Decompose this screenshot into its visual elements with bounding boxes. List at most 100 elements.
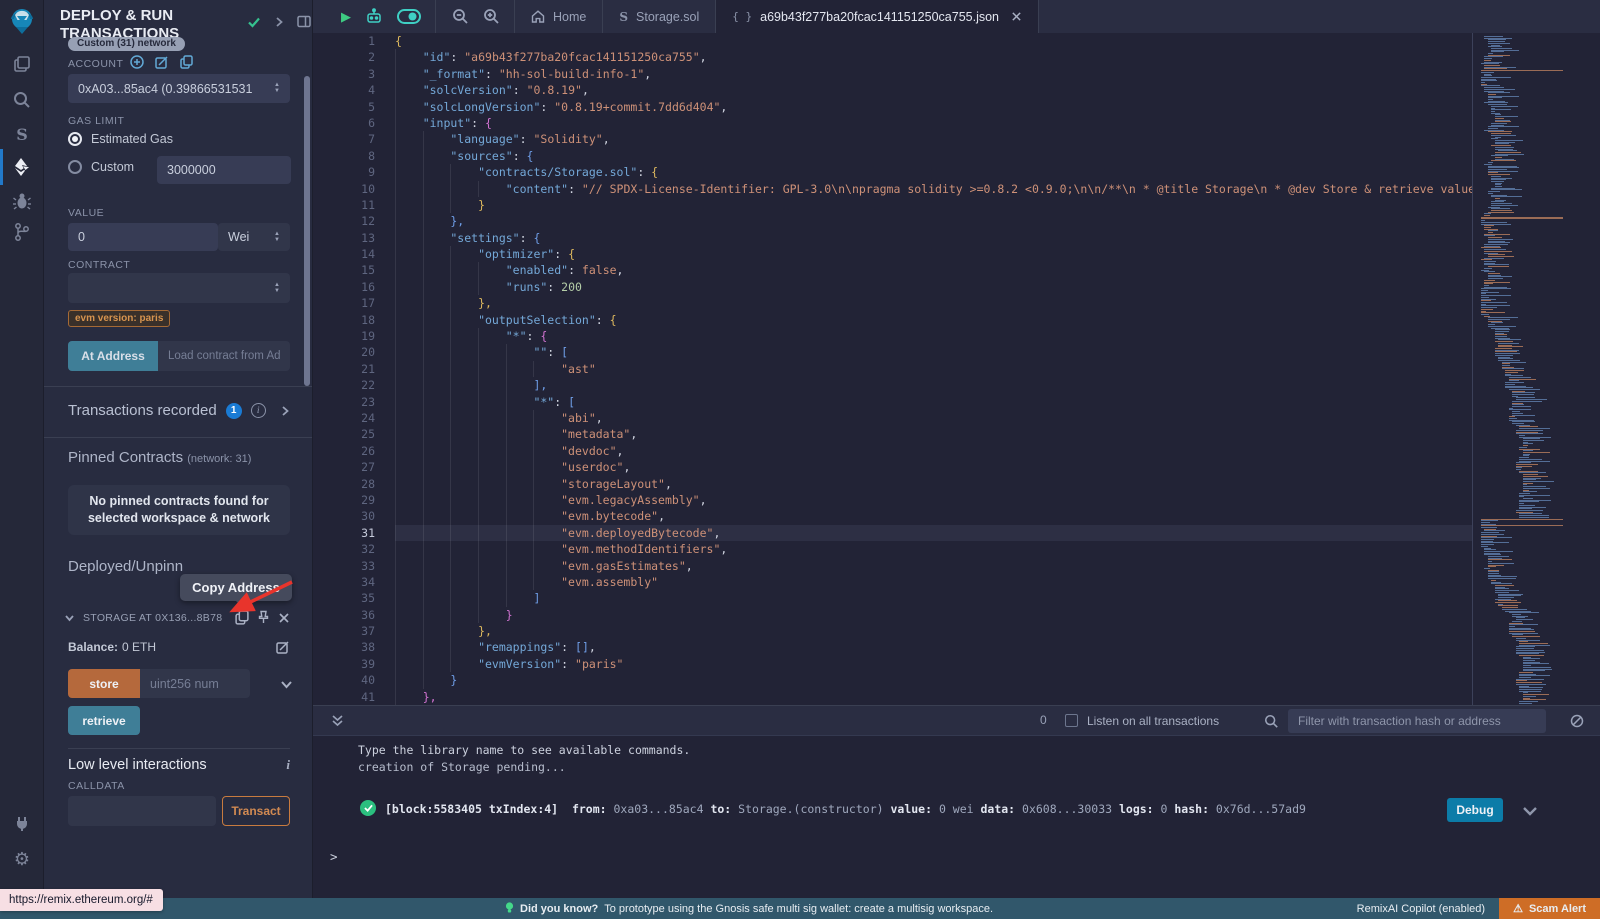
code-line[interactable]: "sources": { [395, 148, 1472, 164]
sidebar-item-search[interactable] [0, 84, 44, 116]
code-line[interactable]: } [395, 607, 1472, 623]
code-line[interactable]: "": [ [395, 344, 1472, 360]
custom-gas-radio[interactable]: Custom [68, 160, 134, 174]
transact-button[interactable]: Transact [222, 796, 290, 826]
code-line[interactable]: "outputSelection": { [395, 312, 1472, 328]
chevron-right-icon[interactable] [280, 405, 290, 417]
transactions-recorded-row[interactable]: Transactions recorded 1 i [68, 402, 290, 419]
run-script-icon[interactable]: ▶ [341, 9, 351, 25]
remix-logo[interactable] [0, 6, 44, 38]
code-line[interactable]: "solcLongVersion": "0.8.19+commit.7dd6d4… [395, 99, 1472, 115]
code-line[interactable]: "optimizer": { [395, 246, 1472, 262]
zoom-out-icon[interactable] [452, 8, 469, 25]
contract-select[interactable]: ▲▼ [68, 273, 290, 303]
estimated-gas-radio[interactable]: Estimated Gas [68, 132, 173, 146]
chevron-right-icon[interactable] [274, 16, 284, 28]
code-line[interactable]: } [395, 197, 1472, 213]
code-line[interactable]: "runs": 200 [395, 279, 1472, 295]
clear-console-icon[interactable] [1570, 714, 1584, 728]
expand-tx-icon[interactable] [1522, 805, 1538, 817]
code-line[interactable]: "language": "Solidity", [395, 131, 1472, 147]
tab-home[interactable]: Home [515, 0, 603, 33]
code-line[interactable]: "metadata", [395, 426, 1472, 442]
sidebar-item-settings[interactable]: ⚙ [0, 843, 44, 875]
code-line[interactable]: }, [395, 295, 1472, 311]
minimap[interactable] [1472, 33, 1567, 705]
sidebar-item-plugin-manager[interactable] [0, 807, 44, 839]
code-line[interactable]: "enabled": false, [395, 262, 1472, 278]
code-line[interactable]: "evm.methodIdentifiers", [395, 541, 1472, 557]
code-line[interactable]: "devdoc", [395, 443, 1472, 459]
retrieve-button[interactable]: retrieve [68, 706, 140, 735]
code-line[interactable]: "userdoc", [395, 459, 1472, 475]
create-account-icon[interactable] [130, 55, 144, 69]
sidebar-item-file-explorer[interactable] [0, 48, 44, 80]
code-line[interactable]: "input": { [395, 115, 1472, 131]
value-unit-select[interactable]: Wei ▲▼ [218, 223, 290, 251]
zoom-in-icon[interactable] [483, 8, 500, 25]
transaction-log-row[interactable]: [block:5583405 txIndex:4] from: 0xa03...… [313, 794, 1600, 824]
code-line[interactable]: }, [395, 623, 1472, 639]
code-line[interactable]: "evmVersion": "paris" [395, 656, 1472, 672]
code-line[interactable]: "evm.assembly" [395, 574, 1472, 590]
code-line[interactable]: "evm.deployedBytecode", [395, 525, 1472, 541]
store-input[interactable] [140, 669, 250, 698]
code-line[interactable]: "ast" [395, 361, 1472, 377]
value-input[interactable] [68, 223, 218, 251]
code-line[interactable]: { [395, 33, 1472, 49]
code-line[interactable]: "abi", [395, 410, 1472, 426]
copilot-status[interactable]: RemixAI Copilot (enabled) [1357, 903, 1485, 915]
close-tab-icon[interactable] [1011, 11, 1022, 22]
scam-alert-badge[interactable]: ⚠ Scam Alert [1499, 898, 1600, 919]
collapse-terminal-icon[interactable] [331, 714, 344, 728]
edit-balance-icon[interactable] [276, 640, 290, 654]
code-line[interactable]: "*": { [395, 328, 1472, 344]
copilot-toggle-icon[interactable] [397, 9, 421, 24]
filter-transactions-input[interactable] [1288, 709, 1546, 733]
at-address-input[interactable] [158, 341, 290, 371]
code-line[interactable]: "evm.bytecode", [395, 508, 1472, 524]
pin-panel-icon[interactable] [297, 15, 311, 28]
compile-check-icon [247, 16, 261, 28]
ai-assistant-icon[interactable] [365, 8, 383, 25]
evm-version-badge: evm version: paris [68, 310, 170, 327]
tab-storage-sol[interactable]: S Storage.sol [603, 0, 716, 33]
custom-gas-input[interactable] [157, 156, 291, 184]
code-line[interactable]: } [395, 672, 1472, 688]
panel-scrollbar[interactable] [304, 76, 310, 386]
calldata-input[interactable] [68, 796, 216, 826]
listen-all-checkbox[interactable] [1065, 714, 1078, 727]
sidebar-item-solidity-compiler[interactable]: S [0, 118, 44, 150]
code-line[interactable]: ] [395, 590, 1472, 606]
tab-build-info-json[interactable]: { } a69b43f277ba20fcac141151250ca755.jso… [716, 0, 1039, 33]
sidebar-item-git[interactable] [0, 216, 44, 248]
code-line[interactable]: "content": "// SPDX-License-Identifier: … [395, 181, 1472, 197]
code-line[interactable]: "id": "a69b43f277ba20fcac141151250ca755"… [395, 49, 1472, 65]
code-line[interactable]: }, [395, 689, 1472, 705]
at-address-button[interactable]: At Address [68, 341, 158, 371]
terminal-prompt[interactable]: > [330, 849, 338, 864]
account-select[interactable]: 0xA03...85ac4 (0.39866531531 ▲▼ [68, 74, 290, 103]
code-line[interactable]: "settings": { [395, 230, 1472, 246]
contract-label: CONTRACT [68, 259, 130, 271]
expand-store-icon[interactable] [280, 679, 293, 690]
chevron-down-icon[interactable] [64, 613, 75, 623]
code-line[interactable]: "evm.gasEstimates", [395, 558, 1472, 574]
sidebar-item-debugger[interactable] [0, 185, 44, 217]
code-line[interactable]: "*": [ [395, 394, 1472, 410]
code-content[interactable]: {"id": "a69b43f277ba20fcac141151250ca755… [395, 33, 1472, 705]
code-line[interactable]: }, [395, 213, 1472, 229]
code-line[interactable]: ], [395, 377, 1472, 393]
sidebar-item-deploy-and-run[interactable] [0, 151, 44, 183]
code-line[interactable]: "storageLayout", [395, 476, 1472, 492]
code-line[interactable]: "_format": "hh-sol-build-info-1", [395, 66, 1472, 82]
code-line[interactable]: "remappings": [], [395, 639, 1472, 655]
code-editor[interactable]: 1234567891011121314151617181920212223242… [313, 33, 1600, 705]
code-line[interactable]: "contracts/Storage.sol": { [395, 164, 1472, 180]
code-line[interactable]: "solcVersion": "0.8.19", [395, 82, 1472, 98]
debug-button[interactable]: Debug [1447, 798, 1503, 822]
store-button[interactable]: store [68, 669, 140, 698]
sign-message-icon[interactable] [155, 55, 169, 69]
code-line[interactable]: "evm.legacyAssembly", [395, 492, 1472, 508]
copy-account-icon[interactable] [180, 55, 193, 69]
